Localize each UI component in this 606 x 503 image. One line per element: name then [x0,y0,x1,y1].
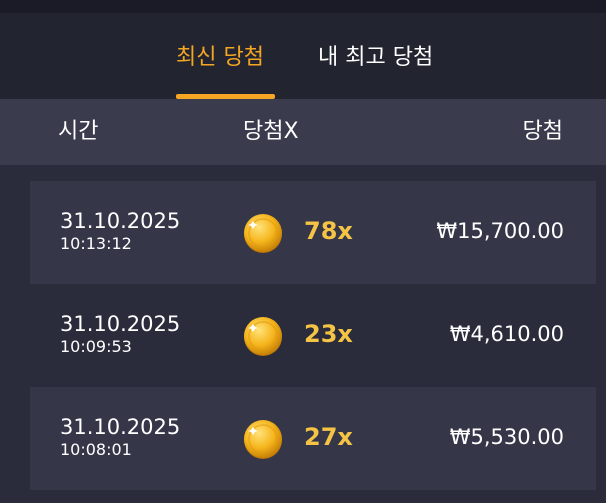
tab-latest-wins[interactable]: 최신 당첨 [176,43,264,73]
table-row: 31.10.2025 10:13:12 78x ₩15,700.00 [30,181,596,284]
header-time: 시간 [58,119,99,144]
header-multiplier: 당첨X [243,119,299,144]
row-date: 31.10.2025 [60,312,181,336]
row-amount: ₩5,530.00 [449,425,564,449]
row-time: 10:08:01 [60,440,132,459]
header-win: 당첨 [522,119,563,144]
gold-coin-icon [244,317,282,356]
tab-bar: 최신 당첨 내 최고 당첨 [0,13,606,99]
gold-coin-icon [244,420,282,459]
row-date: 31.10.2025 [60,209,181,233]
top-bar [0,0,606,13]
row-multiplier: 78x [304,217,353,245]
table-row: 31.10.2025 10:09:53 23x ₩4,610.00 [30,284,596,387]
row-time: 10:13:12 [60,234,132,253]
row-amount: ₩4,610.00 [449,322,564,346]
row-multiplier: 23x [304,320,353,348]
tab-my-best-wins[interactable]: 내 최고 당첨 [318,43,433,73]
row-time: 10:09:53 [60,337,132,356]
table-row: 31.10.2025 10:08:01 27x ₩5,530.00 [30,387,596,490]
row-multiplier: 27x [304,423,353,451]
gold-coin-icon [244,214,282,253]
row-amount: ₩15,700.00 [436,219,564,243]
row-date: 31.10.2025 [60,415,181,439]
table-header: 시간 당첨X 당첨 [0,99,606,165]
